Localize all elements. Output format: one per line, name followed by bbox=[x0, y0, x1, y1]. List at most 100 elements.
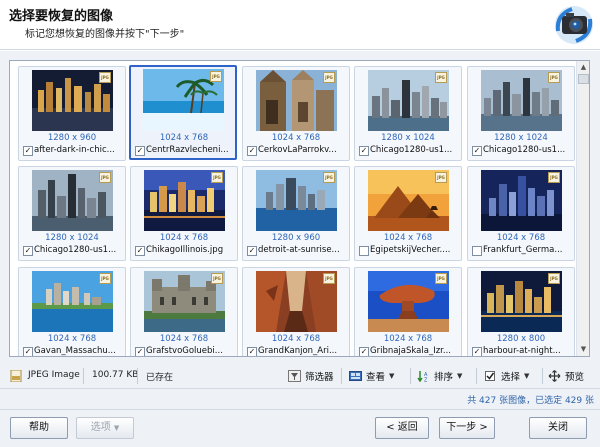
image-checkbox[interactable]: ✓ bbox=[472, 347, 482, 356]
help-button[interactable]: 帮助 bbox=[10, 417, 68, 439]
image-checkbox[interactable]: ✓ bbox=[135, 246, 145, 256]
image-tile[interactable]: JPG 1280 x 960 ✓ detroit-at-sunrise... bbox=[242, 166, 350, 261]
image-checkbox[interactable]: ✓ bbox=[472, 146, 482, 156]
image-filename: Chicago1280-us1... bbox=[483, 145, 566, 155]
image-tile[interactable]: JPG 1024 x 768 ✓ GribnajaSkala_Izr... bbox=[354, 267, 462, 356]
sort-button[interactable]: AZ 排序 ▼ bbox=[417, 367, 462, 385]
vertical-scrollbar[interactable]: ▲ ▼ bbox=[576, 61, 589, 356]
image-filename: harbour-at-night... bbox=[483, 346, 561, 356]
image-thumbnail[interactable]: JPG bbox=[256, 271, 337, 332]
image-checkbox[interactable]: ✓ bbox=[23, 347, 33, 356]
wizard-body: JPG 1280 x 960 ✓ after-dark-in-chic... J… bbox=[0, 51, 600, 447]
image-checkbox[interactable]: ✓ bbox=[247, 146, 257, 156]
image-tile[interactable]: JPG 1280 x 960 ✓ after-dark-in-chic... bbox=[18, 66, 126, 161]
image-dimensions: 1024 x 768 bbox=[496, 233, 546, 243]
next-button[interactable]: 下一步 > bbox=[439, 417, 495, 439]
close-button[interactable]: 关闭 bbox=[529, 417, 587, 439]
options-button[interactable]: 选项 ▼ bbox=[76, 417, 134, 439]
image-tile[interactable]: JPG 1024 x 768 ✓ GrandKanjon_Ari... bbox=[242, 267, 350, 356]
image-tile[interactable]: JPG 1024 x 768 ✓ GrafstvoGoluebi... bbox=[130, 267, 238, 356]
view-button[interactable]: 查看 ▼ bbox=[349, 367, 394, 385]
image-tile[interactable]: JPG 1024 x 768 ✓ CerkovLaParrokv... bbox=[242, 66, 350, 161]
image-thumbnail[interactable]: JPG bbox=[368, 70, 449, 131]
jpeg-file-icon bbox=[10, 369, 23, 383]
jpg-badge-icon: JPG bbox=[435, 172, 447, 183]
select-label: 选择 bbox=[501, 372, 521, 383]
view-label: 查看 bbox=[366, 372, 386, 383]
image-filename: CerkovLaParrokv... bbox=[258, 145, 337, 155]
image-thumbnail[interactable]: JPG bbox=[481, 271, 562, 332]
select-button[interactable]: 选择 ▼ bbox=[484, 367, 529, 385]
image-checkbox[interactable]: ✓ bbox=[247, 246, 257, 256]
image-checkbox[interactable]: ✓ bbox=[135, 146, 145, 156]
filter-button[interactable]: 筛选器 bbox=[288, 367, 334, 385]
preview-button[interactable]: 预览 bbox=[548, 367, 584, 385]
scroll-down-icon[interactable]: ▼ bbox=[578, 344, 589, 355]
image-thumbnail[interactable]: JPG bbox=[368, 170, 449, 231]
image-dimensions: 1024 x 768 bbox=[383, 334, 433, 344]
image-tile[interactable]: JPG 1024 x 768 ✓ ChikagoIllinois.jpg bbox=[130, 166, 238, 261]
back-button[interactable]: < 返回 bbox=[375, 417, 429, 439]
file-type-label: JPEG Image bbox=[28, 370, 80, 380]
image-checkbox[interactable]: ✓ bbox=[23, 146, 33, 156]
jpg-badge-icon: JPG bbox=[548, 72, 560, 83]
image-dimensions: 1024 x 768 bbox=[159, 233, 209, 243]
image-thumbnail[interactable]: JPG bbox=[32, 70, 113, 131]
image-dimensions: 1024 x 768 bbox=[159, 133, 209, 143]
image-tile[interactable]: JPG 1024 x 768 Frankfurt_Germa... bbox=[467, 166, 575, 261]
image-checkbox[interactable]: ✓ bbox=[359, 146, 369, 156]
jpg-badge-icon: JPG bbox=[323, 172, 335, 183]
preview-label: 预览 bbox=[565, 372, 585, 383]
image-checkbox[interactable]: ✓ bbox=[135, 347, 145, 356]
image-thumbnail[interactable]: JPG bbox=[256, 70, 337, 131]
image-tile[interactable]: JPG 1280 x 800 ✓ harbour-at-night... bbox=[467, 267, 575, 356]
image-thumbnail[interactable]: JPG bbox=[481, 70, 562, 131]
divider bbox=[542, 368, 543, 384]
image-thumbnail[interactable]: JPG bbox=[481, 170, 562, 231]
jpg-badge-icon: JPG bbox=[99, 172, 111, 183]
image-checkbox[interactable]: ✓ bbox=[23, 246, 33, 256]
checkbox-icon bbox=[484, 370, 497, 382]
divider bbox=[476, 368, 477, 384]
image-tile[interactable]: JPG 1280 x 1024 ✓ Chicago1280-us1... bbox=[354, 66, 462, 161]
image-tile[interactable]: JPG 1280 x 1024 ✓ Chicago1280-us1... bbox=[467, 66, 575, 161]
scroll-up-icon[interactable]: ▲ bbox=[578, 62, 589, 73]
scroll-thumb[interactable] bbox=[578, 74, 589, 84]
image-tile[interactable]: JPG 1024 x 768 EgipetskijVecher.... bbox=[354, 166, 462, 261]
wizard-header: 选择要恢复的图像 标记您想恢复的图像并按下"下一步" bbox=[0, 0, 600, 50]
jpg-badge-icon: JPG bbox=[99, 72, 111, 83]
chevron-down-icon[interactable]: ▼ bbox=[524, 372, 529, 380]
image-thumbnail[interactable]: JPG bbox=[32, 271, 113, 332]
image-checkbox[interactable] bbox=[359, 246, 369, 256]
image-checkbox[interactable]: ✓ bbox=[359, 347, 369, 356]
chevron-down-icon[interactable]: ▼ bbox=[457, 372, 462, 380]
jpg-badge-icon: JPG bbox=[99, 273, 111, 284]
image-thumbnail[interactable]: JPG bbox=[368, 271, 449, 332]
image-thumbnail[interactable]: JPG bbox=[32, 170, 113, 231]
image-dimensions: 1280 x 1024 bbox=[494, 133, 548, 143]
image-checkbox[interactable] bbox=[472, 246, 482, 256]
image-filename: Frankfurt_Germa... bbox=[483, 245, 563, 255]
image-thumbnail[interactable]: JPG bbox=[144, 271, 225, 332]
jpg-badge-icon: JPG bbox=[323, 273, 335, 284]
image-tile[interactable]: JPG 1280 x 1024 ✓ Chicago1280-us1... bbox=[18, 166, 126, 261]
divider bbox=[410, 368, 411, 384]
image-filename: Chicago1280-us1... bbox=[34, 245, 117, 255]
image-thumbnail[interactable]: JPG bbox=[144, 170, 225, 231]
image-tile-selected[interactable]: JPG 1024 x 768 ✓ CentrRazvlecheni... bbox=[129, 65, 237, 160]
image-thumbnail[interactable]: JPG bbox=[143, 69, 224, 130]
sort-icon: AZ bbox=[417, 370, 430, 384]
image-thumbnail[interactable]: JPG bbox=[256, 170, 337, 231]
image-dimensions: 1280 x 1024 bbox=[381, 133, 435, 143]
camera-logo-icon bbox=[552, 3, 596, 45]
image-dimensions: 1024 x 768 bbox=[271, 334, 321, 344]
image-dimensions: 1280 x 960 bbox=[47, 133, 97, 143]
jpg-badge-icon: JPG bbox=[210, 71, 222, 82]
image-tile[interactable]: JPG 1024 x 768 ✓ Gavan_Massachu... bbox=[18, 267, 126, 356]
divider bbox=[137, 368, 138, 384]
image-gallery[interactable]: JPG 1280 x 960 ✓ after-dark-in-chic... J… bbox=[9, 60, 590, 357]
jpg-badge-icon: JPG bbox=[323, 72, 335, 83]
image-checkbox[interactable]: ✓ bbox=[247, 347, 257, 356]
page-subtitle: 标记您想恢复的图像并按下"下一步" bbox=[25, 29, 185, 40]
chevron-down-icon[interactable]: ▼ bbox=[389, 372, 394, 380]
